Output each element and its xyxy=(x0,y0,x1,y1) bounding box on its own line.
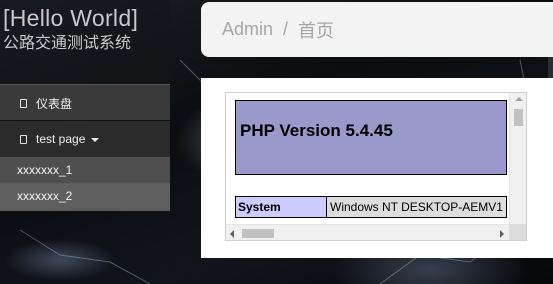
sidebar: [Hello World] 公路交通测试系统 仪表盘 test page xxx… xyxy=(0,0,170,284)
sidebar-item-test-page[interactable]: test page xyxy=(0,121,170,157)
brand: [Hello World] 公路交通测试系统 xyxy=(0,0,170,84)
caret-down-icon xyxy=(91,138,100,142)
brand-title: [Hello World] xyxy=(3,5,139,31)
page-icon xyxy=(20,134,27,144)
submenu-test-page: xxxxxxx_1 xxxxxxx_2 xyxy=(0,157,170,211)
breadcrumb-current: 首页 xyxy=(298,20,335,41)
breadcrumb: Admin / 首页 xyxy=(201,2,553,57)
breadcrumb-parent[interactable]: Admin xyxy=(222,19,273,40)
scroll-up-icon[interactable] xyxy=(515,97,523,101)
sidebar-item-dashboard[interactable]: 仪表盘 xyxy=(0,84,170,120)
decorative-edge xyxy=(548,57,553,78)
submenu-item-2[interactable]: xxxxxxx_2 xyxy=(0,183,170,209)
submenu-item-1[interactable]: xxxxxxx_1 xyxy=(0,157,170,183)
vertical-scroll-thumb[interactable] xyxy=(514,109,523,126)
scroll-right-icon[interactable] xyxy=(500,230,504,238)
phpinfo-key-cell: System xyxy=(235,196,327,218)
sidebar-item-label: 仪表盘 xyxy=(36,96,73,111)
content-panel: PHP Version 5.4.45 System Windows NT DES… xyxy=(201,78,553,258)
phpinfo-title: PHP Version 5.4.45 xyxy=(240,121,393,140)
sidebar-item-label: test page xyxy=(36,132,86,146)
phpinfo-header: PHP Version 5.4.45 xyxy=(235,100,507,175)
vertical-scrollbar[interactable] xyxy=(509,93,526,224)
dashboard-icon xyxy=(20,98,27,108)
phpinfo-frame[interactable]: PHP Version 5.4.45 System Windows NT DES… xyxy=(225,92,527,241)
scroll-left-icon[interactable] xyxy=(230,230,234,238)
phpinfo-value-cell: Windows NT DESKTOP-AEMV1 xyxy=(327,196,507,218)
scrollbar-corner xyxy=(509,224,526,240)
horizontal-scroll-thumb[interactable] xyxy=(242,229,274,238)
breadcrumb-separator: / xyxy=(283,19,289,39)
horizontal-scrollbar[interactable] xyxy=(226,224,509,240)
brand-subtitle: 公路交通测试系统 xyxy=(3,35,132,52)
